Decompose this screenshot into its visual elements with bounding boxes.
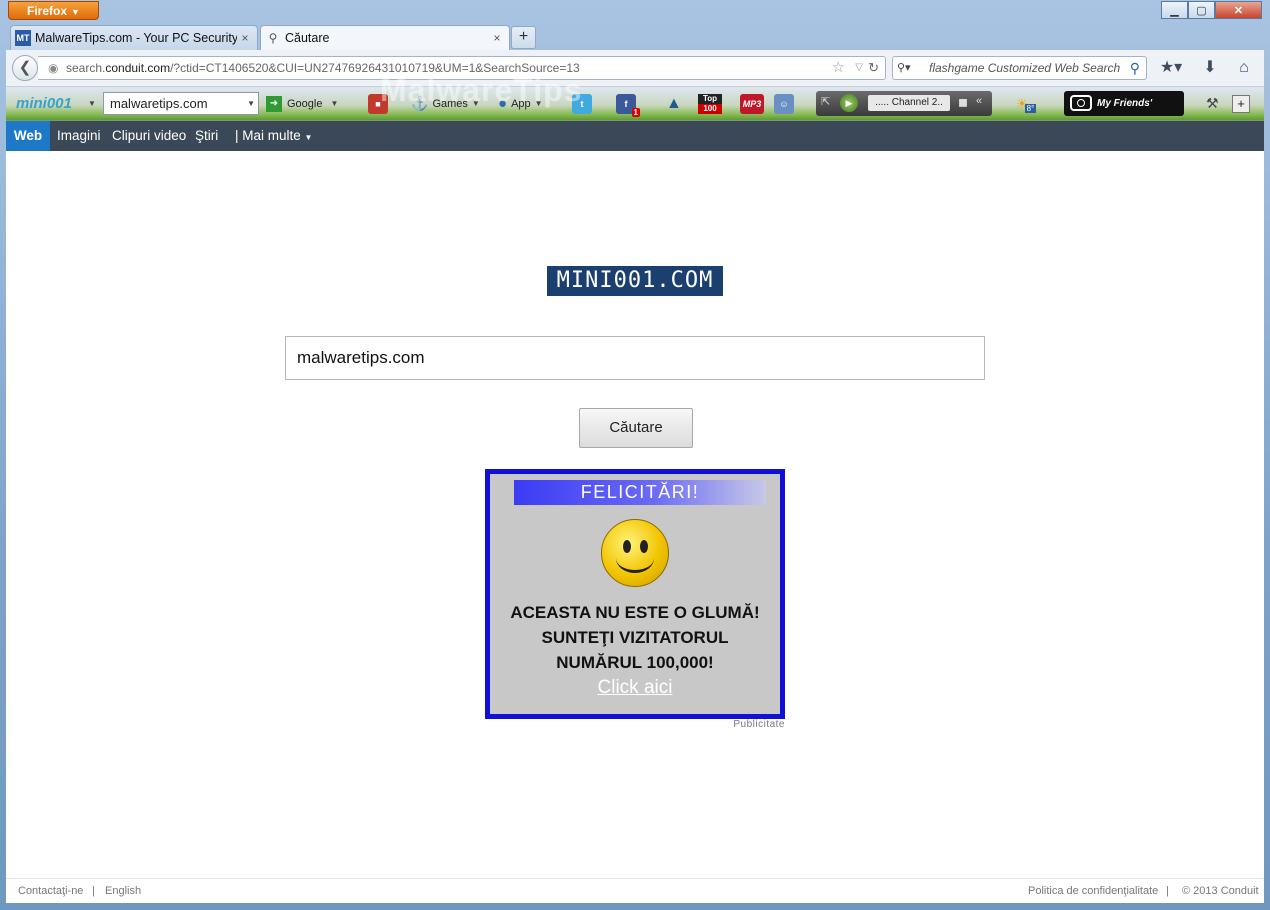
radio-player: ⇱ ▶ ..... Channel 2.. ◼ « — [816, 91, 992, 116]
reload-icon[interactable]: ↻ — [868, 57, 879, 79]
chevron-down-icon: ▼ — [71, 7, 80, 17]
contact-link[interactable]: Contactaţi-ne — [18, 885, 83, 897]
search-bar[interactable]: ⚲▾ flashgame Customized Web Search ⚲ — [892, 56, 1147, 80]
arrow-right-icon: ➜ — [266, 95, 282, 112]
malwaretips-favicon-icon: MT — [15, 30, 31, 46]
nav-videos[interactable]: Clipuri video — [112, 121, 186, 151]
collapse-icon[interactable]: « — [976, 95, 982, 107]
close-tab-icon[interactable]: × — [237, 27, 253, 50]
ad-banner[interactable]: FELICITĂRI! ACEASTA NU ESTE O GLUMĂ! SUN… — [485, 469, 785, 719]
radar-icon[interactable]: ▲ — [666, 87, 682, 120]
minimize-button[interactable]: ▁ — [1161, 1, 1188, 19]
volume-icon[interactable]: ◼ — [958, 95, 968, 109]
window-controls: ▁ ▢ ✕ — [1161, 1, 1262, 19]
toolbar-logo-text: mini001 — [16, 95, 72, 112]
nav-news[interactable]: Ştiri — [195, 121, 218, 151]
english-link[interactable]: English — [105, 885, 141, 897]
google-search-button[interactable]: ➜ Google ▼ — [266, 87, 338, 120]
chevron-down-icon[interactable]: ▼ — [247, 93, 255, 114]
messenger-icon[interactable]: ☺ — [774, 87, 794, 120]
firefox-menu-button[interactable]: Firefox ▼ — [8, 1, 99, 20]
tab-malwaretips[interactable]: MT MalwareTips.com - Your PC Security ..… — [10, 25, 258, 50]
bookmarks-menu-icon[interactable]: ★▾ — [1154, 56, 1188, 80]
ad-line: NUMĂRUL 100,000! — [556, 653, 714, 672]
ad-line: ACEASTA NU ESTE O GLUMĂ! — [510, 603, 760, 622]
toolbar-search-value: malwaretips.com — [110, 96, 208, 111]
search-placeholder: flashgame Customized Web Search — [929, 61, 1121, 75]
top100-label-bottom: 100 — [698, 103, 722, 114]
close-window-button[interactable]: ✕ — [1215, 1, 1262, 19]
top100-icon[interactable]: Top 100 — [698, 87, 722, 120]
site-logo: MINI001.COM — [547, 266, 723, 296]
toolbar-logo[interactable]: mini001 — [16, 87, 72, 120]
navigation-bar: ❮ ◉ search.conduit.com/?ctid=CT1406520&C… — [6, 50, 1264, 87]
privacy-link[interactable]: Politica de confidenţialitate — [1028, 885, 1158, 897]
history-dropdown-icon[interactable]: ▽ — [855, 57, 863, 79]
firefox-menu-label: Firefox — [27, 4, 68, 18]
ad-label: Publicitate — [733, 719, 785, 730]
google-label: Google — [287, 97, 323, 110]
weather-widget[interactable]: ☀ 8° — [1016, 87, 1037, 120]
nav-more[interactable]: | Mai multe ▼ — [235, 121, 312, 151]
weather-temp: 8° — [1024, 104, 1037, 113]
chevron-down-icon: ▼ — [304, 133, 313, 142]
home-icon[interactable]: ⌂ — [1232, 56, 1256, 80]
footer-separator: | — [92, 885, 95, 897]
tab-title: Căutare — [285, 30, 330, 45]
watermark: MalwareTips — [380, 72, 583, 108]
ad-headline: FELICITĂRI! — [514, 480, 766, 505]
download-icon[interactable]: ⬇ — [1198, 56, 1222, 80]
facebook-notification-badge: 1 — [631, 107, 640, 117]
search-category-nav: Web Imagini Clipuri video Ştiri | Mai mu… — [6, 121, 1264, 151]
search-engine-icon[interactable]: ⚲▾ — [897, 57, 911, 79]
search-button[interactable]: Căutare — [579, 408, 693, 448]
camera-icon — [1070, 95, 1092, 111]
nav-images[interactable]: Imagini — [57, 121, 101, 151]
page-content: MINI001.COM malwaretips.com Căutare FELI… — [6, 151, 1264, 903]
facebook-icon[interactable]: f1 — [616, 87, 640, 120]
browser-window: Firefox ▼ ▁ ▢ ✕ MT MalwareTips.com - Your… — [0, 0, 1270, 910]
tab-title: MalwareTips.com - Your PC Security ... — [35, 30, 237, 45]
add-button[interactable]: + — [1232, 87, 1250, 120]
bookmark-star-icon[interactable]: ☆ — [832, 57, 845, 79]
footer: Contactaţi-ne | English Politica de conf… — [6, 878, 1264, 904]
play-icon[interactable]: ▶ — [840, 94, 858, 112]
nav-more-label: | Mai multe — [235, 128, 301, 143]
my-friends-photos-button[interactable]: My Friends' Photos — [1064, 91, 1184, 134]
ad-line: SUNTEŢI VIZITATORUL — [541, 628, 729, 647]
copyright: © 2013 Conduit — [1182, 885, 1259, 897]
ad-click-link[interactable]: Click aici — [490, 677, 780, 699]
globe-icon: ◉ — [48, 61, 59, 75]
back-button[interactable]: ❮ — [12, 55, 38, 81]
close-tab-icon[interactable]: × — [489, 27, 505, 50]
popout-icon[interactable]: ⇱ — [821, 95, 830, 108]
smiley-icon — [601, 519, 669, 587]
ad-message: ACEASTA NU ESTE O GLUMĂ! SUNTEŢI VIZITAT… — [490, 600, 780, 675]
channel-select[interactable]: ..... Channel 2.. — [868, 95, 950, 111]
conduit-toolbar: mini001 ▼ malwaretips.com ▼ ➜ Google ▼ ■ ⚓ G… — [6, 87, 1264, 134]
mp3-icon[interactable]: MP3 — [740, 87, 764, 120]
search-icon: ⚲ — [268, 30, 278, 45]
tab-cautare[interactable]: ⚲ Căutare × — [260, 25, 510, 50]
url-prefix: search. — [66, 61, 106, 75]
url-domain: conduit.com — [105, 61, 171, 75]
wrench-icon[interactable]: ⚒ — [1206, 87, 1219, 120]
search-go-icon[interactable]: ⚲ — [1130, 57, 1140, 79]
nav-web[interactable]: Web — [6, 121, 50, 151]
footer-separator: | — [1166, 885, 1169, 897]
toolbar-logo-menu-icon[interactable]: ▼ — [88, 87, 96, 120]
toolbar-search-input[interactable]: malwaretips.com ▼ — [103, 92, 259, 115]
maximize-button[interactable]: ▢ — [1188, 1, 1215, 19]
search-input[interactable]: malwaretips.com — [285, 336, 985, 380]
top100-label-top: Top — [698, 93, 722, 104]
new-tab-button[interactable]: + — [511, 26, 536, 49]
